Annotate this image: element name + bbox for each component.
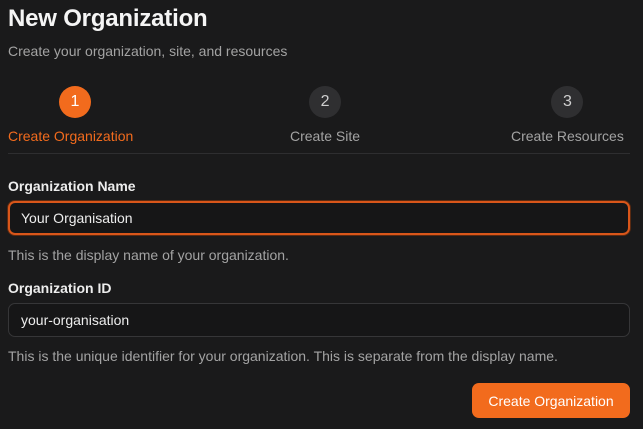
step-create-site: 2 Create Site [290, 86, 360, 145]
new-organization-page: New Organization Create your organizatio… [0, 0, 643, 429]
org-id-label: Organization ID [8, 280, 112, 296]
step-label-2: Create Site [290, 128, 361, 144]
step-label-1: Create Organization [8, 128, 134, 144]
org-id-help: This is the unique identifier for your o… [8, 348, 558, 364]
create-organization-button[interactable]: Create Organization [472, 383, 630, 418]
step-number-3: 3 [551, 86, 584, 118]
steps-divider [8, 153, 630, 154]
step-create-organization: 1 Create Organization [8, 86, 133, 145]
step-number-2: 2 [309, 86, 342, 118]
step-label-3: Create Resources [511, 128, 624, 144]
step-number-1: 1 [59, 86, 91, 118]
org-id-input[interactable] [8, 303, 630, 337]
page-title: New Organization [8, 5, 208, 32]
org-name-help: This is the display name of your organiz… [8, 247, 289, 263]
step-create-resources: 3 Create Resources [511, 86, 624, 145]
org-name-input[interactable] [8, 201, 630, 235]
org-name-label: Organization Name [8, 178, 136, 194]
page-subtitle: Create your organization, site, and reso… [8, 43, 288, 59]
